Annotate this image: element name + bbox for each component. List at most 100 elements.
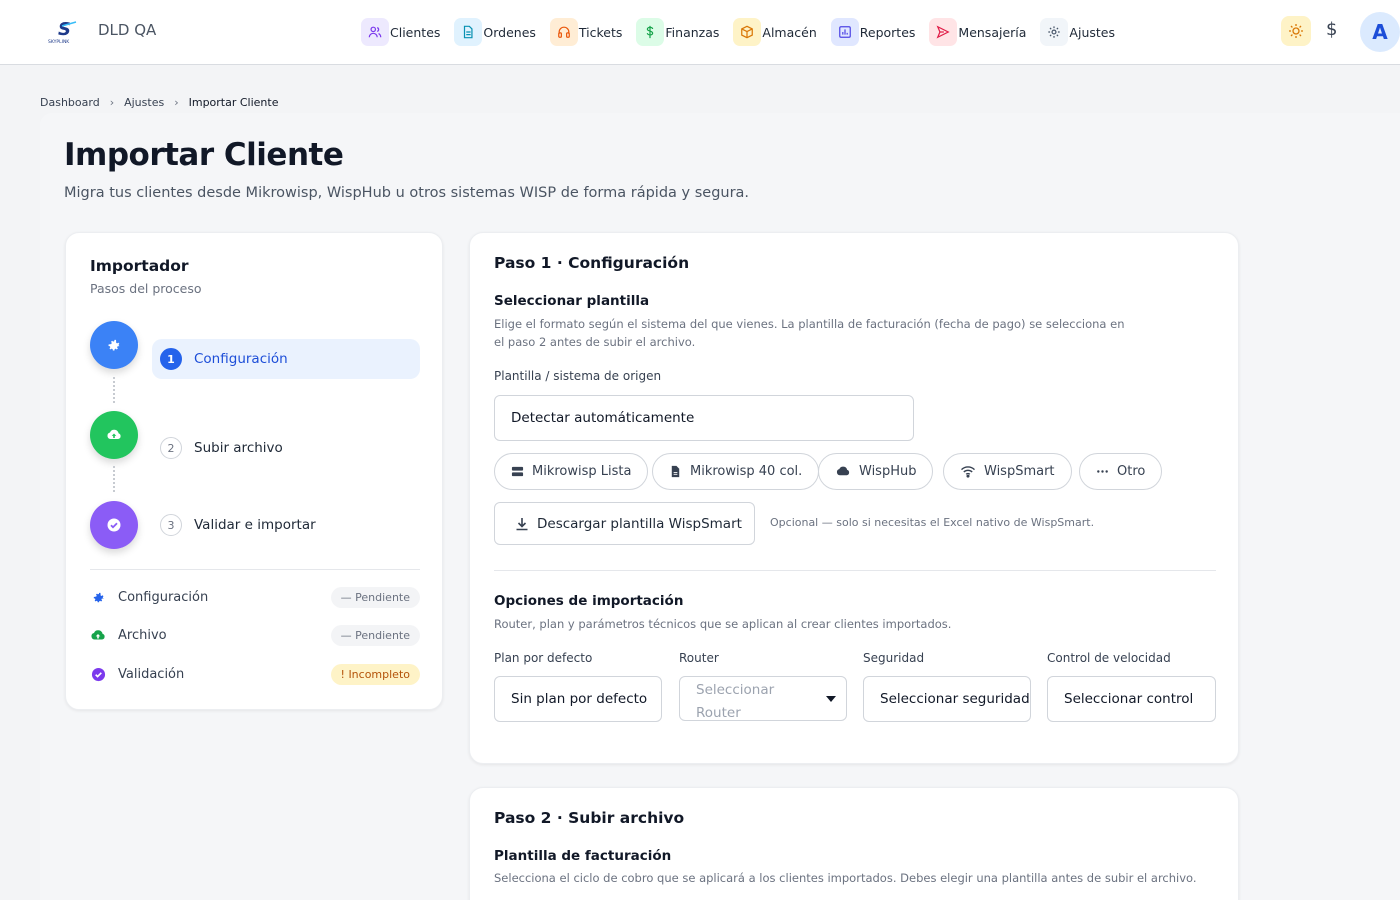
send-icon — [929, 18, 958, 46]
box-icon — [733, 18, 762, 46]
step-label: Configuración — [194, 351, 288, 367]
plan-label: Plan por defecto — [494, 651, 593, 665]
company-logo[interactable]: S SKYPLINK — [48, 18, 82, 45]
router-placeholder: Seleccionar Router — [696, 682, 775, 721]
main-nav: Clientes Ordenes Tickets Finanzas Almacé… — [361, 18, 1129, 46]
nav-label: Clientes — [390, 24, 441, 40]
plan-select[interactable]: Sin plan por defecto — [494, 676, 662, 722]
status-row-validacion: Validación ! Incompleto — [90, 662, 420, 686]
template-option-wisphub[interactable]: WispHub — [818, 453, 934, 490]
nav-item-ordenes[interactable]: Ordenes — [454, 18, 536, 46]
nav-item-mensajeria[interactable]: Mensajería — [929, 18, 1026, 46]
step-row-configuracion[interactable]: 1 Configuración — [152, 339, 420, 379]
download-template-button[interactable]: Descargar plantilla WispSmart — [494, 502, 755, 545]
step-2-circle — [90, 411, 138, 459]
step-number: 1 — [160, 348, 182, 370]
nav-item-tickets[interactable]: Tickets — [549, 18, 623, 46]
step1-config-card: Paso 1 · Configuración Seleccionar plant… — [469, 232, 1239, 764]
speed-control-label: Control de velocidad — [1047, 651, 1171, 665]
importer-title: Importador — [90, 257, 189, 275]
pill-label: Mikrowisp 40 col. — [690, 464, 803, 479]
importer-steps-card: Importador Pasos del proceso 1 Configura… — [65, 232, 443, 710]
desc-line: Elige el formato según el sistema del qu… — [494, 317, 1125, 331]
template-option-wispsmart[interactable]: WispSmart — [943, 453, 1072, 490]
status-label: Validación — [118, 666, 185, 682]
nav-item-clientes[interactable]: Clientes — [361, 18, 440, 46]
caret-down-icon — [826, 696, 836, 702]
step-row-validar-importar[interactable]: 3 Validar e importar — [152, 505, 420, 545]
cloud-icon — [836, 466, 850, 476]
import-options-title: Opciones de importación — [494, 593, 684, 609]
template-field-label: Plantilla / sistema de origen — [494, 369, 662, 383]
security-label: Seguridad — [863, 651, 925, 665]
status-label: Archivo — [118, 627, 167, 643]
security-select[interactable]: Seleccionar seguridad — [863, 676, 1031, 722]
template-option-mikrowisp-lista[interactable]: Mikrowisp Lista — [494, 453, 649, 490]
nav-item-reportes[interactable]: Reportes — [830, 18, 916, 46]
import-options-desc: Router, plan y parámetros técnicos que s… — [494, 617, 952, 631]
server-icon — [511, 466, 524, 477]
gear-icon — [90, 589, 106, 605]
nav-label: Reportes — [859, 24, 916, 40]
status-badge: — Pendiente — [330, 624, 420, 646]
wifi-icon — [961, 466, 975, 478]
template-option-otro[interactable]: Otro — [1079, 453, 1163, 490]
breadcrumb: Dashboard › Ajustes › Importar Cliente — [40, 96, 279, 109]
nav-label: Mensajería — [958, 24, 1027, 40]
download-note: Opcional — solo si necesitas el Excel na… — [770, 516, 1095, 529]
divider — [494, 570, 1216, 571]
step-connector — [113, 466, 115, 492]
nav-label: Ordenes — [483, 24, 536, 40]
pill-label: WispSmart — [984, 464, 1055, 479]
step-label: Validar e importar — [194, 517, 316, 533]
user-avatar[interactable]: A — [1360, 12, 1400, 52]
svg-text:S: S — [58, 19, 71, 40]
download-icon — [516, 517, 528, 530]
speed-control-select[interactable]: Seleccionar control — [1047, 676, 1216, 722]
nav-item-almacen[interactable]: Almacén — [733, 18, 817, 46]
top-bar: S SKYPLINK DLD QA Clientes Ordenes Ticke… — [0, 0, 1400, 65]
chart-icon — [830, 18, 859, 46]
nav-label: Ajustes — [1069, 24, 1115, 40]
router-select[interactable]: Seleccionar Router — [679, 676, 847, 721]
status-badge: — Pendiente — [330, 586, 420, 608]
nav-item-ajustes[interactable]: Ajustes — [1040, 18, 1115, 46]
dollar-icon — [636, 18, 665, 46]
divider — [90, 569, 420, 570]
sun-icon — [1289, 24, 1303, 38]
nav-label: Almacén — [762, 24, 817, 40]
step2-upload-card: Paso 2 · Subir archivo Plantilla de fact… — [469, 787, 1239, 900]
page-title: Importar Cliente — [64, 137, 344, 173]
step-number: 2 — [160, 437, 182, 459]
breadcrumb-current: Importar Cliente — [188, 96, 279, 109]
pill-label: Otro — [1117, 464, 1146, 479]
step-row-subir-archivo[interactable]: 2 Subir archivo — [152, 428, 420, 468]
breadcrumb-dashboard[interactable]: Dashboard — [40, 96, 100, 109]
download-label: Descargar plantilla WispSmart — [537, 515, 742, 532]
brand-name: DLD QA — [98, 21, 157, 39]
check-circle-icon — [107, 518, 121, 532]
template-select[interactable]: Detectar automáticamente — [494, 395, 914, 441]
theme-toggle-button[interactable] — [1281, 16, 1311, 46]
status-badge: ! Incompleto — [330, 663, 420, 685]
pill-label: Mikrowisp Lista — [532, 464, 632, 479]
template-option-mikrowisp-40[interactable]: Mikrowisp 40 col. — [652, 453, 820, 490]
template-section-title: Seleccionar plantilla — [494, 293, 650, 309]
importer-subtitle: Pasos del proceso — [90, 281, 202, 296]
check-circle-icon — [90, 666, 106, 682]
pill-label: WispHub — [859, 464, 917, 479]
page-subtitle: Migra tus clientes desde Mikrowisp, Wisp… — [64, 185, 750, 201]
breadcrumb-ajustes[interactable]: Ajustes — [124, 96, 164, 109]
nav-label: Tickets — [578, 24, 623, 40]
nav-item-finanzas[interactable]: Finanzas — [636, 18, 719, 46]
step-3-circle — [90, 501, 138, 549]
step2-title: Paso 2 · Subir archivo — [494, 809, 685, 827]
chevron-right-icon: › — [109, 96, 115, 109]
dots-icon — [1097, 470, 1108, 473]
step-1-circle — [90, 321, 138, 369]
file-icon — [671, 465, 680, 478]
status-row-configuracion: Configuración — Pendiente — [90, 585, 420, 609]
svg-text:SKYPLINK: SKYPLINK — [48, 39, 70, 44]
currency-button[interactable]: $ — [1326, 19, 1337, 40]
step-label: Subir archivo — [194, 440, 283, 456]
